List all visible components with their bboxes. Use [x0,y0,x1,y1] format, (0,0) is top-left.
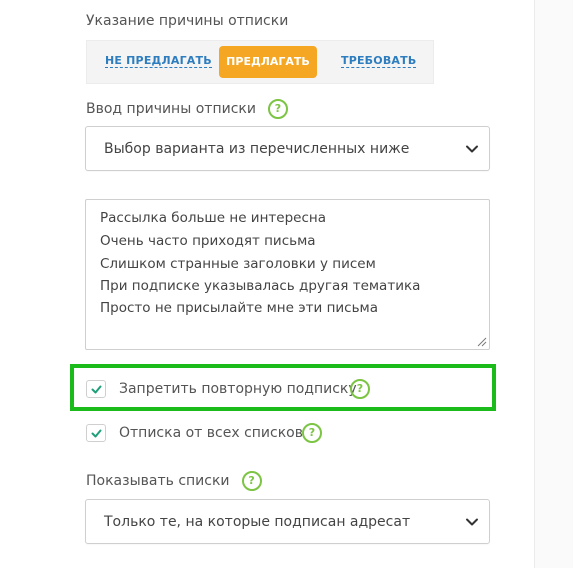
settings-panel: Указание причины отписки НЕ ПРЕДЛАГАТЬ П… [0,0,573,568]
option-do-not-offer[interactable]: НЕ ПРЕДЛАГАТЬ [105,54,212,68]
checkmark-icon [91,429,102,438]
reason-line: Просто не присылайте мне эти письма [100,300,379,316]
panel-edge [534,0,573,568]
reason-input-label-row: Ввод причины отписки? [86,99,288,119]
reason-line: Очень часто приходят письма [100,233,316,249]
unsubscribe-all-checkbox[interactable] [86,424,106,442]
reason-input-label: Ввод причины отписки [86,101,256,117]
show-lists-label-row: Показывать списки? [86,471,262,491]
reason-input-select[interactable]: Выбор варианта из перечисленных ниже [85,126,490,171]
reason-line: Рассылка больше не интересна [100,210,326,226]
chevron-down-icon [466,518,478,526]
highlight-frame [70,364,496,411]
unsubscribe-all-checkbox-row[interactable]: Отписка от всех списков ? [86,422,326,444]
reason-line: При подписке указывалась другая тематика [100,278,421,294]
reason-input-select-value: Выбор варианта из перечисленных ниже [104,141,410,157]
reasons-textarea[interactable]: Рассылка больше не интересна Очень часто… [85,199,490,350]
unsubscribe-all-label: Отписка от всех списков [119,425,303,441]
chevron-down-icon [466,145,478,153]
question-circle-icon[interactable]: ? [302,423,322,443]
unsubscribe-reason-segmented-control: НЕ ПРЕДЛАГАТЬ ПРЕДЛАГАТЬ ТРЕБОВАТЬ [86,40,434,84]
show-lists-select[interactable]: Только те, на которые подписан адресат [85,499,490,544]
question-circle-icon[interactable]: ? [267,99,288,119]
show-lists-label: Показывать списки [86,473,230,489]
question-circle-icon[interactable]: ? [241,471,262,491]
resize-grip-icon[interactable] [477,337,487,347]
unsubscribe-reason-label: Указание причины отписки [86,13,289,29]
show-lists-select-value: Только те, на которые подписан адресат [104,514,411,530]
option-require[interactable]: ТРЕБОВАТЬ [341,54,417,68]
reason-line: Слишком странные заголовки у писем [100,256,376,272]
option-offer-selected[interactable]: ПРЕДЛАГАТЬ [219,46,317,78]
